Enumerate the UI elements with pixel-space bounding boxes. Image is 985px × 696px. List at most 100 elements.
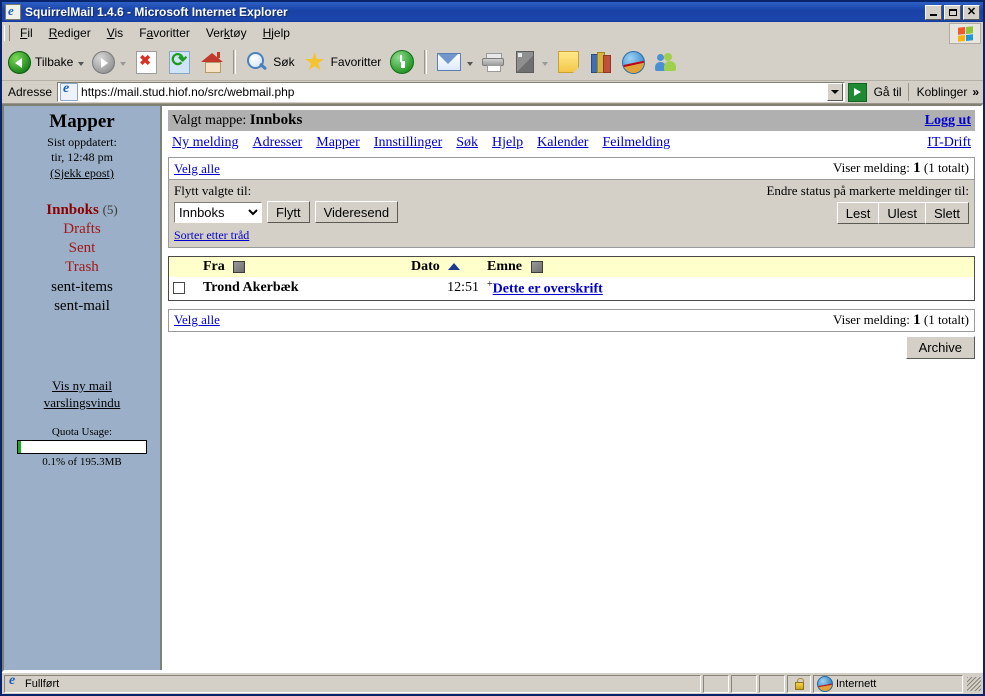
select-all-link-bottom[interactable]: Velg alle — [174, 312, 220, 328]
notes-button[interactable] — [552, 47, 585, 77]
viewing-suffix-bottom: (1 totalt) — [923, 311, 969, 327]
nav-adresser[interactable]: Adresser — [253, 135, 303, 151]
header-date[interactable]: Dato — [407, 256, 483, 277]
move-button[interactable]: Flytt — [267, 201, 310, 223]
search-button[interactable]: Søk — [241, 47, 298, 77]
menu-rediger[interactable]: Rediger — [41, 24, 99, 42]
menu-favoritter[interactable]: Favoritter — [131, 24, 198, 42]
check-mail-link[interactable]: (Sjekk epost) — [50, 166, 114, 181]
move-folder-select[interactable]: InnboksDraftsSentTrashsent-itemssent-mai… — [174, 201, 262, 223]
refresh-button[interactable] — [163, 47, 196, 77]
print-button[interactable] — [477, 47, 509, 77]
folder-item-trash[interactable]: Trash — [4, 258, 160, 277]
folder-item-sent-items[interactable]: sent-items — [4, 278, 160, 297]
go-arrow-icon — [847, 82, 867, 102]
links-button[interactable]: Koblinger » — [907, 83, 983, 101]
browser-toolbar: Tilbake Søk Favoritter — [2, 44, 983, 81]
header-subject[interactable]: Emne — [483, 256, 975, 277]
folder-item-sent[interactable]: Sent — [4, 239, 160, 258]
favorites-button-label: Favoritter — [330, 55, 382, 69]
mark-read-button[interactable]: Lest — [836, 202, 880, 224]
toolbar-separator-1 — [233, 50, 237, 74]
delete-button[interactable]: Slett — [924, 202, 969, 224]
resize-grip[interactable] — [967, 676, 981, 691]
nav-links: Ny melding Adresser Mapper Innstillinger… — [172, 135, 670, 151]
folder-item-innboks[interactable]: Innboks (5) — [4, 201, 160, 220]
edit-button[interactable] — [509, 47, 552, 77]
header-checkbox-cell — [168, 256, 199, 277]
select-all-bar-bottom: Velg alle Viser melding: 1 (1 totalt) — [168, 308, 975, 332]
mail-dropdown-icon[interactable] — [467, 61, 474, 66]
go-button[interactable]: Gå til — [845, 82, 908, 102]
edit-icon — [516, 51, 535, 73]
close-button[interactable]: ✕ — [963, 4, 980, 20]
message-subject-link[interactable]: Dette er overskrift — [493, 282, 603, 297]
discuss-button[interactable] — [650, 47, 682, 77]
research-icon — [590, 52, 612, 73]
select-all-bar-top: Velg alle Viser melding: 1 (1 totalt) — [168, 157, 975, 180]
nav-kalender[interactable]: Kalender — [537, 135, 588, 151]
back-dropdown-icon[interactable] — [78, 61, 85, 66]
sort-subject-icon[interactable] — [530, 260, 543, 273]
action-bar: Flytt valgte til: InnboksDraftsSentTrash… — [168, 180, 975, 248]
mark-unread-button[interactable]: Ulest — [878, 202, 926, 224]
message-count-bottom: Viser melding: 1 (1 totalt) — [833, 312, 969, 329]
menu-fil[interactable]: Fil — [12, 24, 41, 42]
forward-dropdown-icon[interactable] — [120, 61, 127, 66]
print-icon — [482, 53, 505, 72]
security-pane[interactable] — [787, 674, 811, 693]
header-date-label: Dato — [411, 259, 440, 274]
mail-button[interactable] — [432, 47, 477, 77]
archive-button[interactable]: Archive — [905, 335, 975, 359]
toolbar-separator-2 — [424, 50, 428, 74]
row-from: Trond Akerbæk — [199, 277, 407, 301]
messenger-button[interactable] — [617, 47, 650, 77]
nav-hjelp[interactable]: Hjelp — [492, 135, 523, 151]
logout-link[interactable]: Logg ut — [925, 113, 971, 129]
nav-sok[interactable]: Søk — [456, 135, 478, 151]
links-chevron-icon[interactable]: » — [972, 85, 979, 99]
header-from[interactable]: Fra — [199, 256, 407, 277]
sort-by-thread-link[interactable]: Sorter etter tråd — [174, 228, 398, 243]
forward-button[interactable] — [88, 47, 130, 77]
stop-button[interactable] — [130, 47, 163, 77]
window-title: SquirrelMail 1.4.6 - Microsoft Internet … — [25, 5, 288, 19]
move-controls-group: Flytt valgte til: InnboksDraftsSentTrash… — [174, 183, 399, 243]
new-mail-window-link[interactable]: Vis ny mail varslingsvindu — [4, 378, 160, 412]
nav-mapper[interactable]: Mapper — [316, 135, 360, 151]
zone-pane[interactable]: Internett — [813, 674, 963, 693]
menu-verktoy[interactable]: Verktøy — [198, 24, 255, 42]
windows-logo-icon[interactable] — [949, 23, 981, 44]
nav-innstillinger[interactable]: Innstillinger — [374, 135, 442, 151]
minimize-button[interactable] — [925, 4, 942, 20]
new-mail-window-line2: varslingsvindu — [43, 394, 121, 410]
folders-heading: Mapper — [49, 111, 115, 132]
nav-ny-melding[interactable]: Ny melding — [172, 135, 239, 151]
history-button[interactable] — [385, 47, 419, 77]
address-dropdown-button[interactable] — [826, 83, 843, 101]
folder-item-drafts[interactable]: Drafts — [4, 220, 160, 239]
menu-vis[interactable]: Vis — [99, 24, 131, 42]
forward-button-sm[interactable]: Videresend — [314, 201, 399, 223]
viewing-number-bottom: 1 — [913, 311, 921, 328]
home-button[interactable] — [196, 47, 228, 77]
sort-ascending-icon[interactable] — [448, 263, 461, 271]
table-row[interactable]: Trond Akerbæk 12:51 +Dette er overskrift — [168, 277, 975, 301]
research-button[interactable] — [585, 47, 617, 77]
message-checkbox[interactable] — [173, 282, 185, 295]
back-button[interactable]: Tilbake — [4, 47, 88, 77]
edit-dropdown-icon[interactable] — [542, 61, 549, 66]
sort-from-icon[interactable] — [233, 260, 246, 273]
quota-label: Quota Usage: — [51, 425, 113, 438]
quota-bar-fill — [18, 440, 21, 453]
go-button-label: Gå til — [873, 85, 902, 99]
nav-feilmelding[interactable]: Feilmelding — [602, 135, 670, 151]
address-input[interactable]: https://mail.stud.hiof.no/src/webmail.ph… — [57, 81, 845, 102]
select-all-link-top[interactable]: Velg alle — [174, 161, 220, 177]
maximize-button[interactable] — [944, 4, 961, 20]
nav-it-drift[interactable]: IT-Drift — [927, 135, 971, 151]
folder-item-sent-mail[interactable]: sent-mail — [4, 297, 160, 316]
menu-hjelp[interactable]: Hjelp — [255, 24, 298, 42]
menu-grip[interactable] — [4, 24, 10, 41]
favorites-button[interactable]: Favoritter — [299, 47, 386, 77]
